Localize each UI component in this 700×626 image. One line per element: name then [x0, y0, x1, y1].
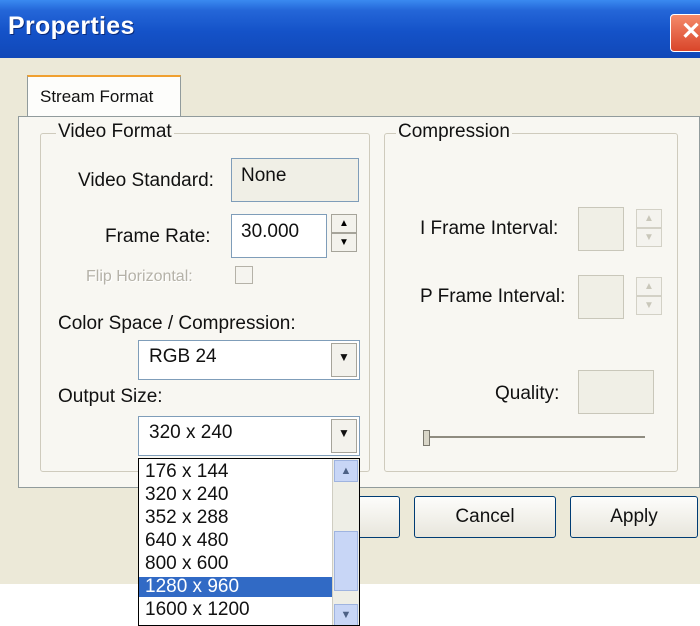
spin-up-icon[interactable]: ▲ [636, 277, 662, 296]
output-size-dropdown-list[interactable]: 176 x 144 320 x 240 352 x 288 640 x 480 … [138, 458, 360, 626]
compression-legend: Compression [396, 121, 512, 143]
i-frame-interval-label: I Frame Interval: [420, 218, 559, 239]
p-frame-interval-stepper[interactable]: ▲ ▼ [636, 277, 662, 317]
close-icon: ✕ [680, 18, 700, 45]
list-item[interactable]: 352 x 288 [139, 508, 335, 528]
list-item[interactable]: 320 x 240 [139, 485, 335, 505]
tab-stream-format[interactable]: Stream Format [27, 75, 181, 119]
quality-slider-track[interactable] [425, 436, 645, 438]
quality-label: Quality: [495, 383, 560, 404]
flip-horizontal-label: Flip Horizontal: [86, 268, 193, 285]
title-bar[interactable]: Properties ✕ [0, 0, 700, 58]
dropdown-scrollbar[interactable]: ▲ ▼ [332, 459, 359, 625]
list-item[interactable]: 640 x 480 [139, 531, 335, 551]
color-space-select[interactable]: RGB 24 ▼ [138, 340, 360, 380]
chevron-down-icon[interactable]: ▼ [331, 419, 357, 453]
window-title: Properties [8, 12, 135, 40]
video-format-legend: Video Format [56, 121, 174, 143]
frame-rate-value: 30.000 [241, 221, 300, 242]
spin-down-icon[interactable]: ▼ [636, 228, 662, 247]
output-size-label: Output Size: [58, 386, 163, 407]
output-size-value: 320 x 240 [149, 422, 233, 443]
quality-input[interactable] [578, 370, 654, 414]
spin-up-icon[interactable]: ▲ [636, 209, 662, 228]
quality-slider-thumb[interactable] [423, 430, 430, 446]
color-space-label: Color Space / Compression: [58, 313, 296, 334]
p-frame-interval-label: P Frame Interval: [420, 286, 566, 307]
i-frame-interval-stepper[interactable]: ▲ ▼ [636, 209, 662, 249]
cancel-button[interactable]: Cancel [414, 496, 556, 538]
scroll-down-icon[interactable]: ▼ [334, 604, 358, 625]
apply-button[interactable]: Apply [570, 496, 698, 538]
close-button[interactable]: ✕ [670, 14, 700, 52]
video-standard-field: None [231, 158, 359, 202]
i-frame-interval-input[interactable] [578, 207, 624, 251]
list-item[interactable]: 176 x 144 [139, 462, 335, 482]
tab-stream-format-label: Stream Format [40, 87, 154, 106]
list-item[interactable]: 1600 x 1200 [139, 600, 335, 620]
scroll-up-icon[interactable]: ▲ [334, 460, 358, 482]
frame-rate-label: Frame Rate: [105, 226, 211, 247]
spin-down-icon[interactable]: ▼ [636, 296, 662, 315]
video-standard-label: Video Standard: [78, 170, 214, 191]
flip-horizontal-checkbox[interactable] [235, 266, 253, 284]
output-size-select[interactable]: 320 x 240 ▼ [138, 416, 360, 456]
spin-up-icon[interactable]: ▲ [331, 214, 357, 233]
scrollbar-thumb[interactable] [334, 531, 358, 591]
color-space-value: RGB 24 [149, 346, 217, 367]
list-item-selected[interactable]: 1280 x 960 [139, 577, 335, 597]
frame-rate-stepper[interactable]: ▲ ▼ [331, 214, 357, 254]
p-frame-interval-input[interactable] [578, 275, 624, 319]
list-item[interactable]: 800 x 600 [139, 554, 335, 574]
frame-rate-input[interactable]: 30.000 [231, 214, 327, 258]
chevron-down-icon[interactable]: ▼ [331, 343, 357, 377]
spin-down-icon[interactable]: ▼ [331, 233, 357, 252]
video-standard-value: None [241, 165, 287, 186]
